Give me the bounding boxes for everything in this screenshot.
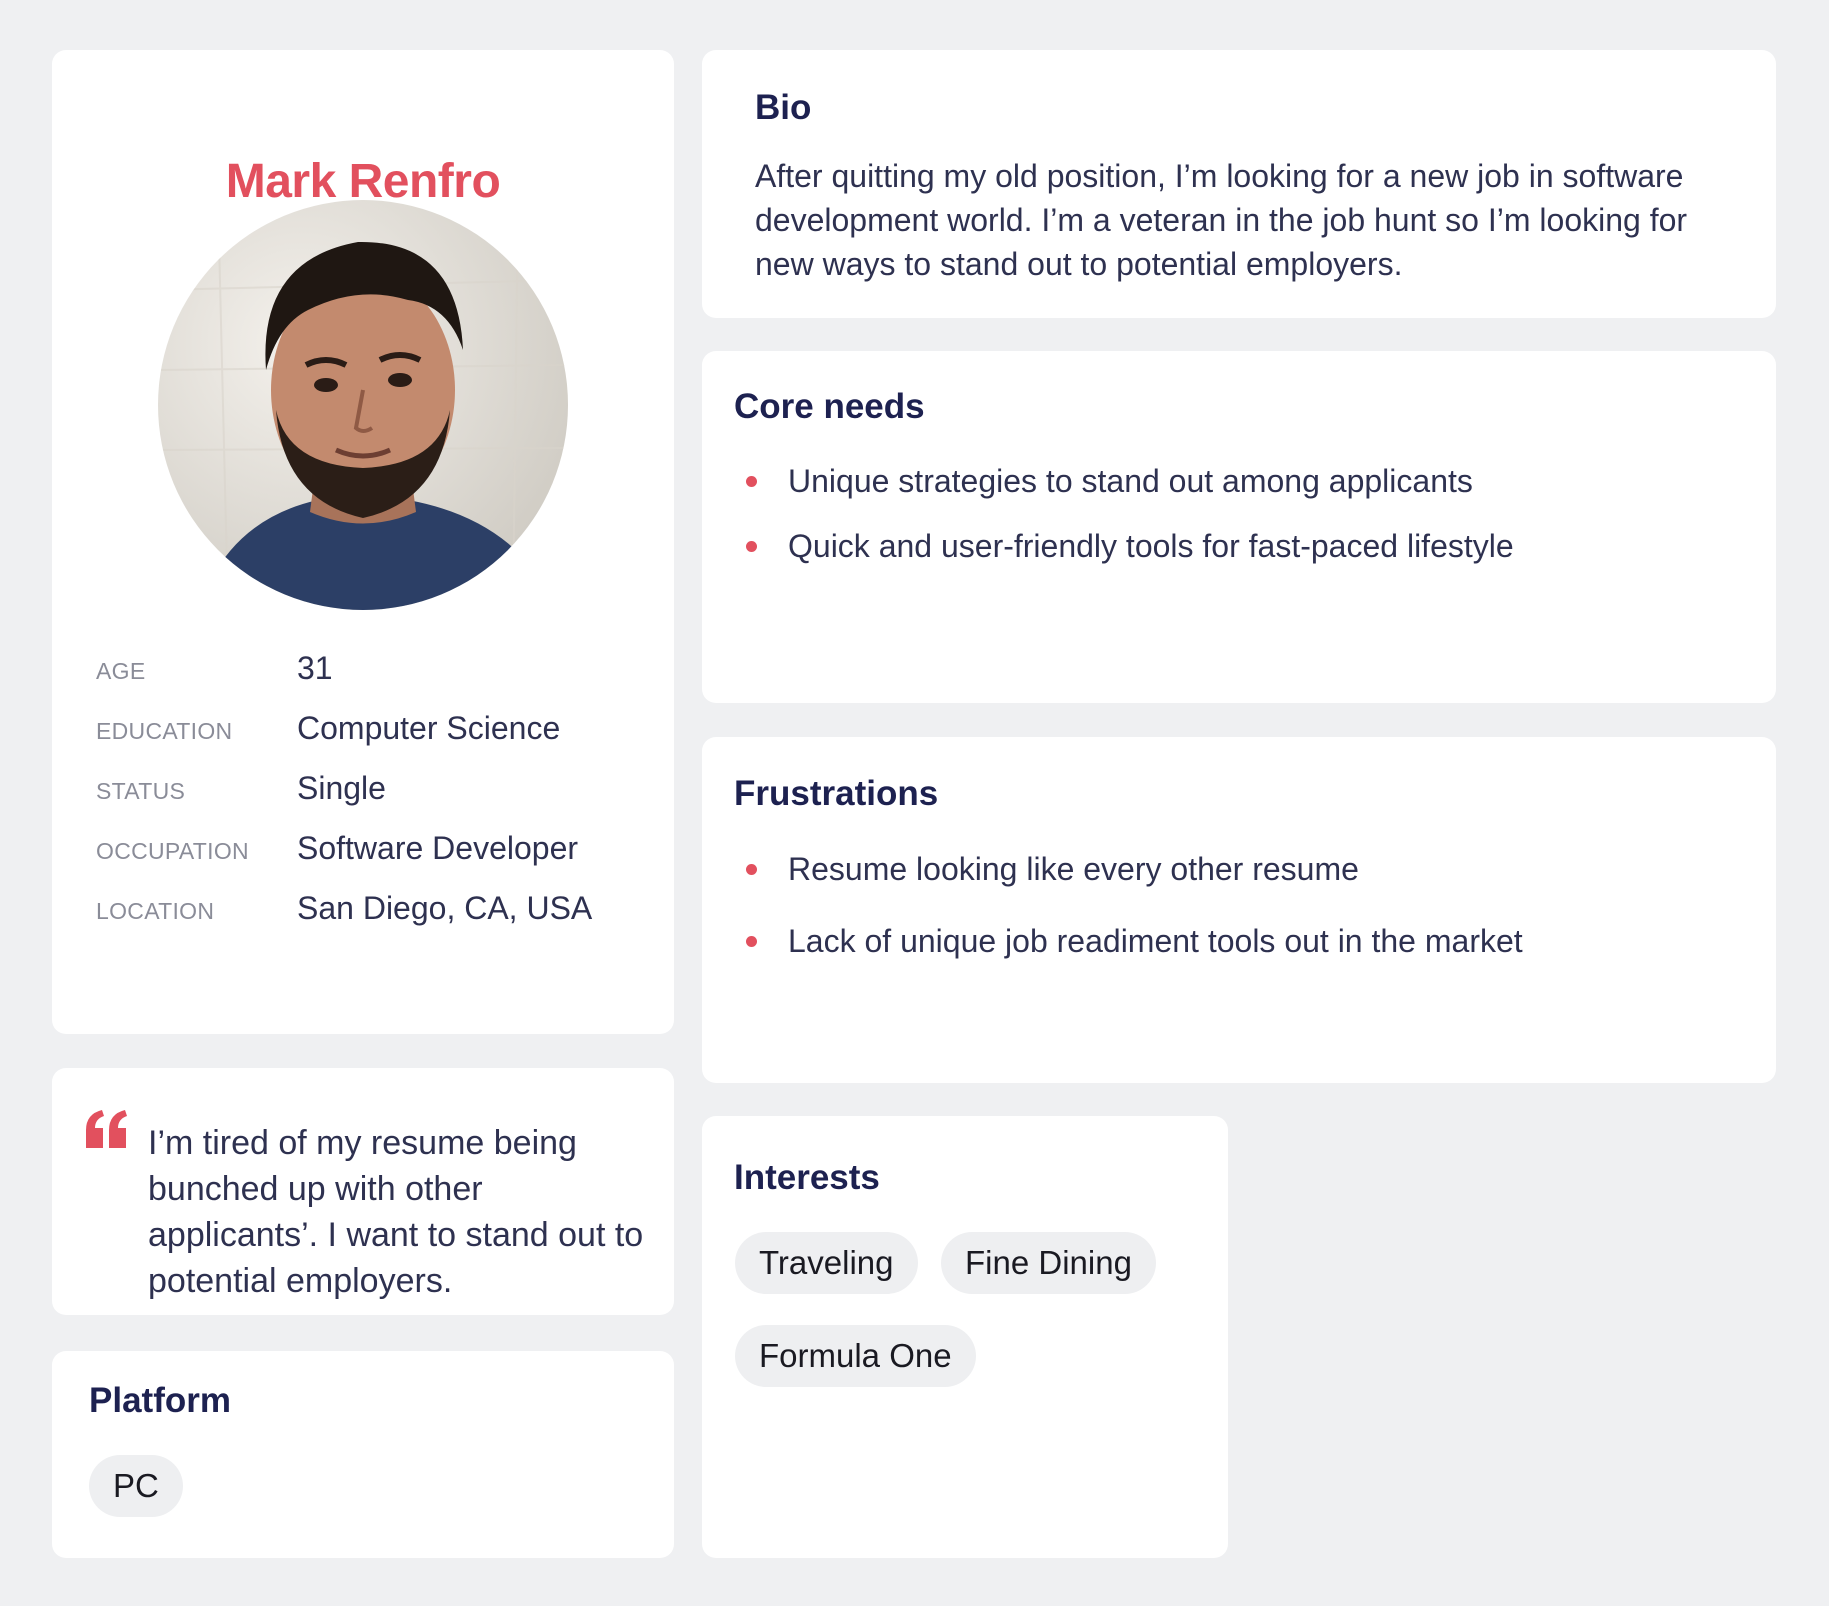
bullet-icon [746,476,757,487]
bullet-icon [746,936,757,947]
list-item-text: Lack of unique job readiment tools out i… [788,923,1523,959]
core-needs-card: Core needs Unique strategies to stand ou… [702,351,1776,703]
platform-card: Platform PC [52,1351,674,1558]
info-row-location: LOCATION San Diego, CA, USA [96,888,656,928]
info-value: Single [297,770,386,806]
info-row-status: STATUS Single [96,768,656,808]
info-row-occupation: OCCUPATION Software Developer [96,828,656,868]
info-label: STATUS [96,778,186,804]
frustrations-card: Frustrations Resume looking like every o… [702,737,1776,1083]
core-needs-title: Core needs [734,387,925,426]
list-item: Quick and user-friendly tools for fast-p… [746,524,1746,568]
quote-card: I’m tired of my resume being bunched up … [52,1068,674,1315]
interest-chip: Traveling [735,1232,918,1294]
info-label: LOCATION [96,898,215,924]
info-value: Computer Science [297,710,561,746]
info-label: AGE [96,658,146,684]
avatar [158,200,568,610]
platform-chip: PC [89,1455,183,1517]
info-row-age: AGE 31 [96,648,656,688]
list-item-text: Resume looking like every other resume [788,851,1359,887]
quote-text: I’m tired of my resume being bunched up … [148,1124,644,1300]
interests-card: Interests Traveling Fine Dining Formula … [702,1116,1228,1558]
list-item: Resume looking like every other resume [746,847,1746,891]
interests-title: Interests [734,1158,880,1197]
interest-chip: Fine Dining [941,1232,1156,1294]
bio-title: Bio [755,88,812,127]
platform-title: Platform [89,1381,231,1420]
frustrations-title: Frustrations [734,774,939,813]
interest-chip: Formula One [735,1325,976,1387]
info-row-education: EDUCATION Computer Science [96,708,656,748]
bio-card: Bio After quitting my old position, I’m … [702,50,1776,318]
info-label: EDUCATION [96,718,233,744]
list-item-text: Unique strategies to stand out among app… [788,463,1473,499]
list-item-text: Quick and user-friendly tools for fast-p… [788,528,1514,564]
info-value: San Diego, CA, USA [297,890,593,926]
bio-text: After quitting my old position, I’m look… [755,158,1688,282]
bullet-icon [746,864,757,875]
info-label: OCCUPATION [96,838,249,864]
info-value: Software Developer [297,830,579,866]
profile-card: Mark Renfro AGE 31 EDUCATION Computer Sc… [52,50,674,1034]
list-item: Lack of unique job readiment tools out i… [746,919,1746,963]
list-item: Unique strategies to stand out among app… [746,459,1746,503]
info-value: 31 [297,650,333,686]
bullet-icon [746,541,757,552]
quote-icon [86,1110,127,1148]
